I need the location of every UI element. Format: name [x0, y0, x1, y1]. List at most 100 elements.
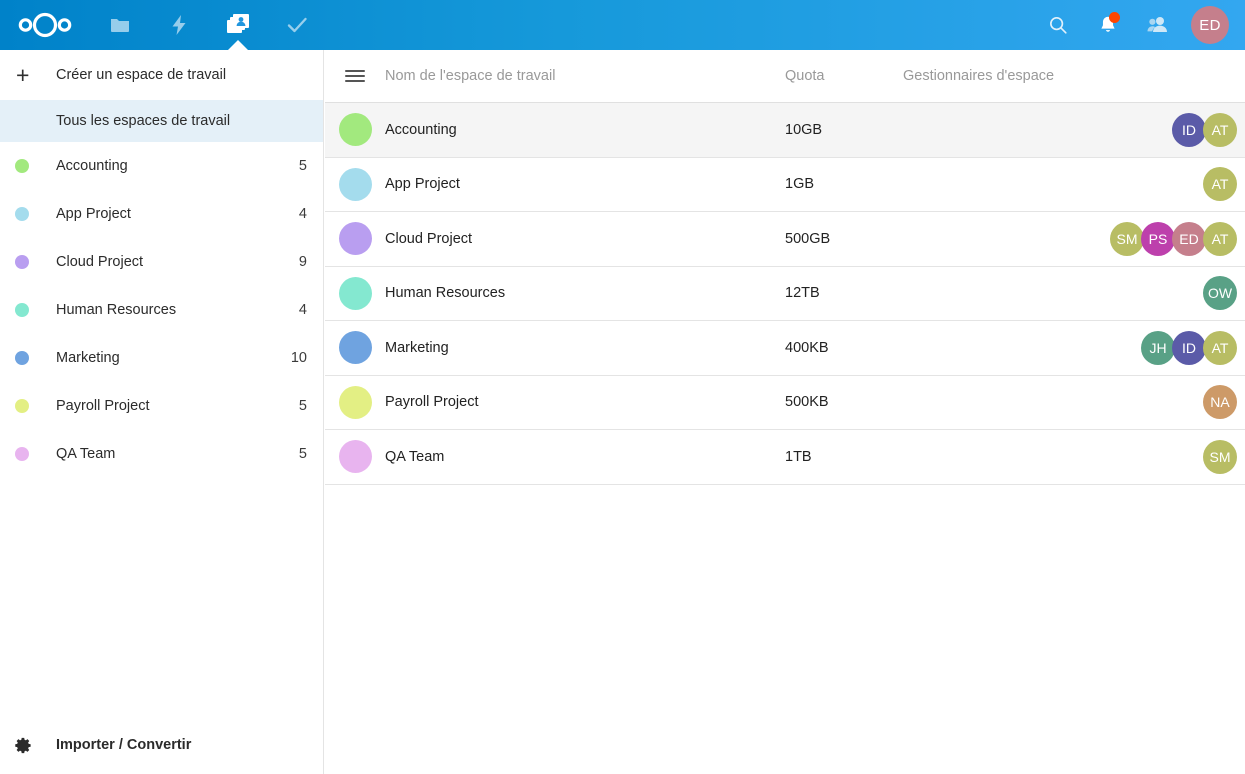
workspace-group-icon [226, 14, 249, 33]
workspace-color-dot [14, 159, 44, 173]
user-avatar[interactable]: ED [1191, 6, 1229, 44]
manager-initials: OW [1207, 285, 1233, 302]
sidebar-item-label: Human Resources [56, 302, 177, 318]
sidebar-item-workspace[interactable]: App Project 4 [0, 190, 323, 238]
workspace-name: Marketing [385, 339, 449, 356]
manager-avatar[interactable]: AT [1203, 112, 1237, 147]
column-header-managers[interactable]: Gestionnaires d'espace [903, 68, 1245, 84]
manager-initials: AT [1211, 339, 1229, 356]
create-workspace-button[interactable]: + Créer un espace de travail [0, 50, 323, 100]
manager-avatar[interactable]: ID [1172, 330, 1206, 365]
workspace-quota: 1TB [785, 448, 812, 465]
manager-avatar[interactable]: OW [1203, 276, 1237, 311]
sidebar-item-workspace[interactable]: Payroll Project 5 [0, 382, 323, 430]
notification-badge [1109, 12, 1120, 23]
manager-avatar[interactable]: AT [1203, 221, 1237, 256]
sidebar-item-workspace[interactable]: Cloud Project 9 [0, 238, 323, 286]
workspace-color-dot [325, 385, 385, 419]
column-header-name[interactable]: Nom de l'espace de travail [385, 68, 785, 84]
manager-initials: ED [1179, 230, 1199, 247]
header-actions: ED [1033, 0, 1245, 50]
manager-avatar[interactable]: SM [1203, 439, 1237, 474]
manager-avatar[interactable]: JH [1141, 330, 1175, 365]
notifications-button[interactable] [1083, 0, 1133, 50]
plus-icon: + [16, 61, 30, 88]
workspace-name: Payroll Project [385, 394, 479, 411]
sidebar: + Créer un espace de travail Tous les es… [0, 50, 324, 774]
workspace-table-body: Accounting 10GB ID AT App Project 1GB AT Cloud … [325, 103, 1245, 485]
manager-initials: ID [1182, 339, 1196, 356]
workspace-color-dot [325, 167, 385, 201]
sidebar-item-label: QA Team [56, 446, 116, 462]
manager-initials: SM [1209, 448, 1231, 465]
workspace-color-dot [325, 113, 385, 147]
manager-avatar[interactable]: AT [1203, 167, 1237, 202]
column-header-quota[interactable]: Quota [785, 68, 903, 84]
workspace-managers: NA [903, 385, 1245, 420]
manager-avatar[interactable]: SM [1110, 221, 1144, 256]
folder-icon [110, 19, 129, 32]
manager-avatar[interactable]: ID [1172, 112, 1206, 147]
create-workspace-label: Créer un espace de travail [56, 67, 227, 83]
table-row[interactable]: QA Team 1TB SM [325, 430, 1245, 485]
search-button[interactable] [1033, 0, 1083, 50]
contacts-button[interactable] [1133, 0, 1183, 50]
user-initials: ED [1199, 16, 1221, 34]
sidebar-item-label: Cloud Project [56, 254, 144, 270]
manager-avatar[interactable]: AT [1203, 330, 1237, 365]
workspace-quota: 1GB [785, 176, 815, 193]
nav-app-activity[interactable] [149, 0, 208, 50]
workspace-color-dot [14, 399, 44, 413]
nextcloud-logo[interactable] [0, 0, 90, 50]
table-menu-button[interactable] [325, 67, 385, 85]
sidebar-item-workspace[interactable]: Marketing 10 [0, 334, 323, 382]
manager-avatar[interactable]: PS [1141, 221, 1175, 256]
lightning-bolt-icon [172, 15, 185, 35]
app-header: ED [0, 0, 1245, 50]
sidebar-item-label: Tous les espaces de travail [56, 113, 231, 129]
table-row[interactable]: Accounting 10GB ID AT [325, 103, 1245, 158]
sidebar-item-count: 5 [298, 398, 307, 414]
sidebar-item-label: Marketing [56, 350, 120, 366]
table-row[interactable]: Payroll Project 500KB NA [325, 375, 1245, 430]
workspace-managers: OW [903, 276, 1245, 311]
workspace-name: Cloud Project [385, 230, 473, 247]
sidebar-item-all-workspaces[interactable]: Tous les espaces de travail [0, 100, 323, 142]
manager-initials: JH [1149, 339, 1167, 356]
workspace-managers: ID AT [903, 112, 1245, 147]
manager-initials: AT [1211, 121, 1229, 138]
workspace-name: Accounting [385, 121, 457, 138]
manager-initials: PS [1148, 230, 1168, 247]
table-row[interactable]: Marketing 400KB JH ID AT [325, 321, 1245, 376]
workspace-color-dot [14, 351, 44, 365]
workspace-color-dot [14, 207, 44, 221]
manager-initials: NA [1210, 394, 1230, 411]
workspace-name: QA Team [385, 448, 445, 465]
manager-avatar[interactable]: ED [1172, 221, 1206, 256]
workspace-name: Human Resources [385, 285, 506, 302]
workspace-quota: 12TB [785, 285, 820, 302]
sidebar-item-label: App Project [56, 206, 131, 222]
table-row[interactable]: Cloud Project 500GB SM PS ED AT [325, 212, 1245, 267]
workspace-color-dot [325, 222, 385, 256]
sidebar-item-count: 4 [298, 302, 307, 318]
sidebar-item-workspace[interactable]: QA Team 5 [0, 430, 323, 478]
hamburger-icon [345, 67, 365, 85]
sidebar-item-workspace[interactable]: Accounting 5 [0, 142, 323, 190]
sidebar-item-count: 5 [298, 158, 307, 174]
sidebar-workspace-list: Accounting 5 App Project 4 Cloud Project 9 Hum… [0, 142, 323, 478]
nav-app-tasks[interactable] [267, 0, 326, 50]
manager-avatar[interactable]: NA [1203, 385, 1237, 420]
workspace-color-dot [325, 440, 385, 474]
table-row[interactable]: Human Resources 12TB OW [325, 266, 1245, 321]
workspace-managers: SM [903, 439, 1245, 474]
sidebar-item-workspace[interactable]: Human Resources 4 [0, 286, 323, 334]
table-row[interactable]: App Project 1GB AT [325, 157, 1245, 212]
nav-app-files[interactable] [90, 0, 149, 50]
workspace-quota: 500KB [785, 394, 829, 411]
workspace-managers: SM PS ED AT [903, 221, 1245, 256]
import-convert-button[interactable]: Importer / Convertir [0, 716, 323, 774]
workspace-quota: 500GB [785, 230, 831, 247]
nav-app-workspace[interactable] [208, 0, 267, 50]
workspace-color-dot [14, 303, 44, 317]
